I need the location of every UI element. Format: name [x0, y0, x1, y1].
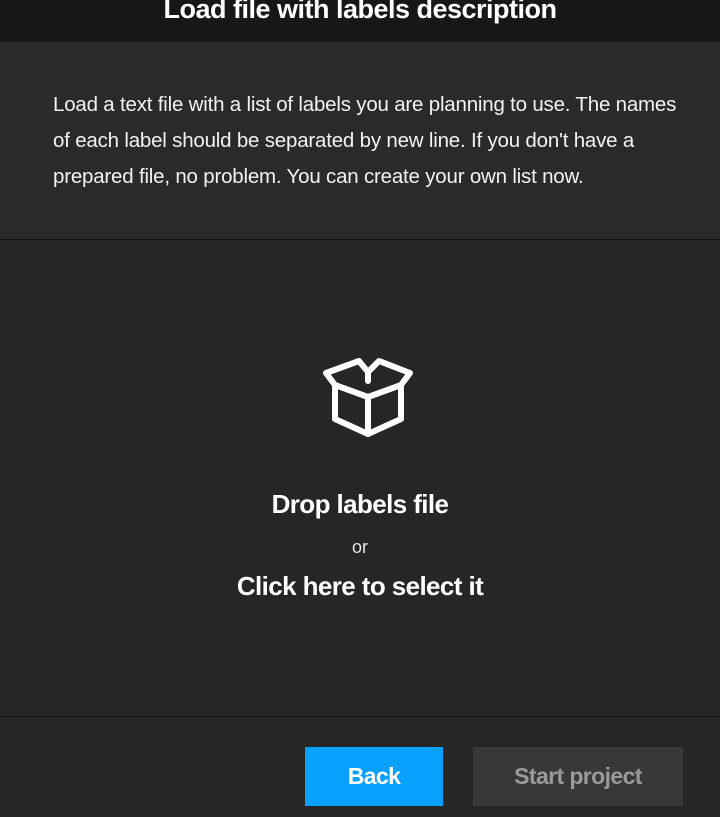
start-project-button[interactable]: Start project: [473, 747, 683, 806]
drop-title: Drop labels file: [271, 489, 449, 519]
dialog-title: Load file with labels description: [163, 0, 557, 24]
dialog-footer: Back Start project: [0, 718, 720, 817]
description-panel: Load a text file with a list of labels y…: [0, 42, 720, 240]
select-file-link[interactable]: Click here to select it: [0, 571, 720, 602]
back-button[interactable]: Back: [305, 747, 443, 806]
drop-or-text: or: [351, 537, 368, 557]
file-dropzone[interactable]: Drop labels file or Click here to select…: [0, 241, 720, 717]
open-box-icon: [323, 358, 413, 437]
dialog-header: Load file with labels description: [0, 0, 720, 42]
description-text: Load a text file with a list of labels y…: [53, 93, 677, 188]
